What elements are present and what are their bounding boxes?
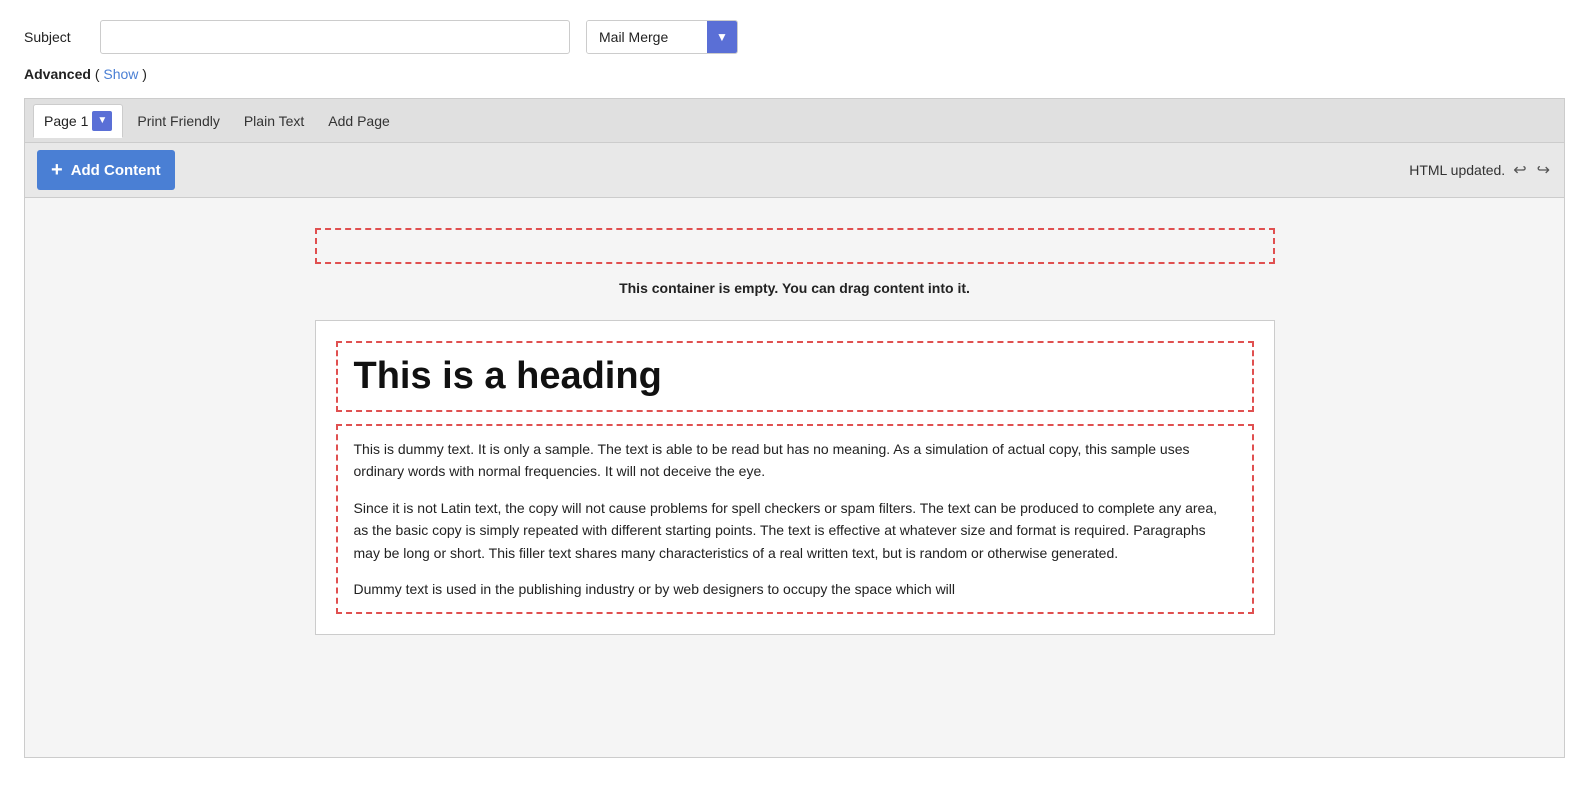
redo-button[interactable]: ↪	[1535, 158, 1552, 182]
tab-page1-dropdown-button[interactable]: ▼	[92, 111, 112, 131]
content-area: This container is empty. You can drag co…	[24, 198, 1565, 758]
tab-plain-text[interactable]: Plain Text	[234, 104, 314, 138]
mail-merge-dropdown-button[interactable]: ▼	[707, 20, 737, 54]
tab-add-page[interactable]: Add Page	[318, 104, 400, 138]
mail-merge-wrapper: Mail Merge ▼	[586, 20, 738, 54]
undo-button[interactable]: ↩	[1511, 158, 1528, 182]
heading-text: This is a heading	[354, 355, 662, 397]
subject-label: Subject	[24, 29, 84, 45]
empty-container[interactable]	[315, 228, 1275, 264]
html-updated-text: HTML updated.	[1409, 162, 1505, 178]
advanced-show-link[interactable]: Show	[103, 66, 138, 82]
advanced-row: Advanced ( Show )	[24, 66, 1565, 82]
advanced-paren-open: (	[95, 66, 100, 82]
plus-icon: +	[51, 160, 63, 180]
page-content-box: This is a heading This is dummy text. It…	[315, 320, 1275, 635]
advanced-paren-close: )	[142, 66, 147, 82]
paragraph-2: Since it is not Latin text, the copy wil…	[354, 497, 1236, 564]
add-content-button[interactable]: + Add Content	[37, 150, 175, 190]
advanced-label: Advanced	[24, 66, 91, 82]
paragraph-3: Dummy text is used in the publishing ind…	[354, 578, 1236, 600]
redo-icon: ↪	[1537, 162, 1550, 179]
tab-page1[interactable]: Page 1 ▼	[33, 104, 123, 138]
undo-icon: ↩	[1513, 162, 1526, 179]
chevron-down-icon: ▼	[716, 30, 728, 44]
tab-page1-label: Page 1	[44, 113, 88, 129]
mail-merge-label: Mail Merge	[587, 21, 707, 53]
text-block[interactable]: This is dummy text. It is only a sample.…	[336, 424, 1254, 614]
paragraph-1: This is dummy text. It is only a sample.…	[354, 438, 1236, 483]
add-content-label: Add Content	[71, 162, 161, 179]
html-updated-area: HTML updated. ↩ ↪	[1409, 158, 1552, 182]
subject-input[interactable]	[100, 20, 570, 54]
chevron-down-icon: ▼	[97, 115, 107, 126]
empty-container-message: This container is empty. You can drag co…	[45, 280, 1544, 296]
toolbar-row: + Add Content HTML updated. ↩ ↪	[24, 142, 1565, 198]
tabs-bar: Page 1 ▼ Print Friendly Plain Text Add P…	[24, 98, 1565, 142]
tab-print-friendly[interactable]: Print Friendly	[127, 104, 229, 138]
heading-block[interactable]: This is a heading	[336, 341, 1254, 412]
